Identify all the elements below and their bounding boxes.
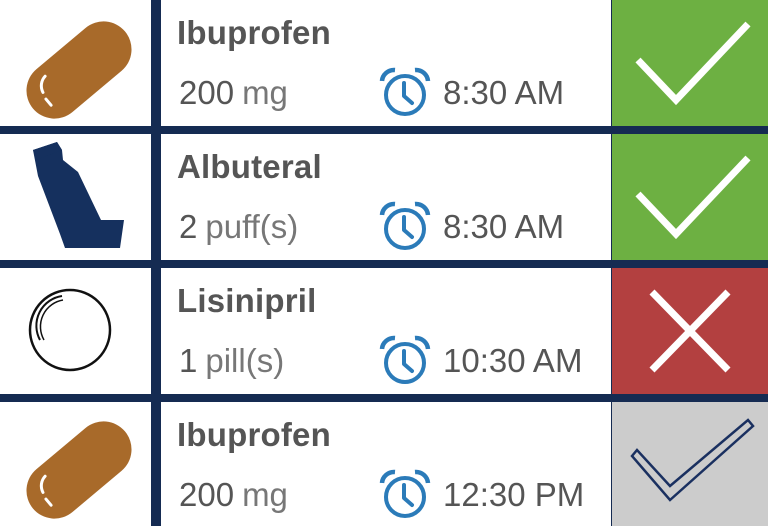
medication-dose: 1 pill(s)	[179, 342, 284, 380]
taken-status-button[interactable]	[612, 0, 768, 126]
inhaler-icon	[33, 142, 124, 248]
medication-icon-cell	[0, 0, 151, 126]
medication-row[interactable]: Lisinipril 1 pill(s) 10:30 AM	[0, 268, 768, 394]
capsule-icon	[26, 421, 132, 519]
dose-time: 8:30 AM	[443, 208, 565, 245]
medication-info: Lisinipril 1 pill(s) 10:30 AM	[161, 268, 611, 394]
missed-status-button[interactable]	[612, 268, 768, 394]
medication-row[interactable]: Ibuprofen 200 mg 8:30 AM	[0, 0, 768, 126]
dose-unit: puff(s)	[205, 208, 299, 245]
pending-status-button[interactable]	[612, 402, 768, 526]
medication-name: Ibuprofen	[177, 416, 331, 453]
medication-dose: 200 mg	[179, 476, 288, 514]
dose-time: 8:30 AM	[443, 74, 565, 111]
medication-icon-cell	[0, 268, 151, 394]
medication-info: Ibuprofen 200 mg 8:30 AM	[161, 0, 611, 126]
dose-unit: mg	[242, 476, 288, 513]
medication-icon-cell	[0, 134, 151, 260]
capsule-icon	[26, 21, 132, 119]
dose-amount: 1	[179, 342, 198, 379]
medication-info: Albuteral 2 puff(s) 8:30 AM	[161, 134, 611, 260]
x-icon	[649, 289, 731, 373]
alarm-clock-icon	[379, 67, 431, 116]
alarm-clock-icon	[379, 469, 431, 518]
checkmark-outline-icon	[630, 418, 755, 502]
medication-name: Lisinipril	[177, 282, 317, 319]
checkmark-icon	[635, 155, 751, 240]
dose-amount: 200	[179, 74, 235, 111]
alarm-clock-icon	[379, 201, 431, 250]
taken-status-button[interactable]	[612, 134, 768, 260]
dose-time: 12:30 PM	[443, 476, 585, 513]
medication-name: Albuteral	[177, 148, 322, 185]
dose-amount: 200	[179, 476, 235, 513]
medication-row[interactable]: Albuteral 2 puff(s) 8:30 AM	[0, 134, 768, 260]
medication-icon-cell	[0, 402, 151, 526]
medication-row[interactable]: Ibuprofen 200 mg 12:30 PM	[0, 402, 768, 526]
checkmark-icon	[635, 21, 751, 106]
alarm-clock-icon	[379, 335, 431, 384]
medication-dose: 2 puff(s)	[179, 208, 298, 246]
medication-dose: 200 mg	[179, 74, 288, 112]
dose-unit: pill(s)	[205, 342, 285, 379]
dose-amount: 2	[179, 208, 198, 245]
pill-icon	[28, 288, 112, 372]
dose-time: 10:30 AM	[443, 342, 583, 379]
medication-name: Ibuprofen	[177, 14, 331, 51]
medication-info: Ibuprofen 200 mg 12:30 PM	[161, 402, 611, 526]
dose-unit: mg	[242, 74, 288, 111]
